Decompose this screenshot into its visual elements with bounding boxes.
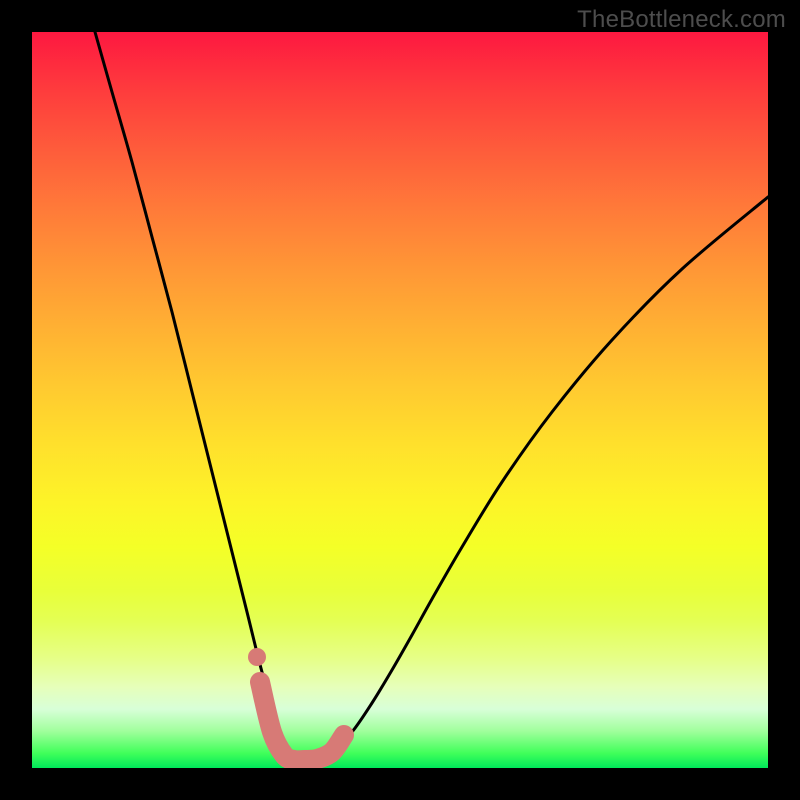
watermark-text: TheBottleneck.com — [577, 6, 786, 34]
chart-svg — [32, 32, 768, 768]
bottleneck-curve — [95, 32, 768, 763]
bottleneck-highlight-dot — [248, 648, 266, 666]
plot-area — [32, 32, 768, 768]
bottleneck-highlight-segment — [260, 682, 344, 760]
chart-frame: TheBottleneck.com — [0, 0, 800, 800]
